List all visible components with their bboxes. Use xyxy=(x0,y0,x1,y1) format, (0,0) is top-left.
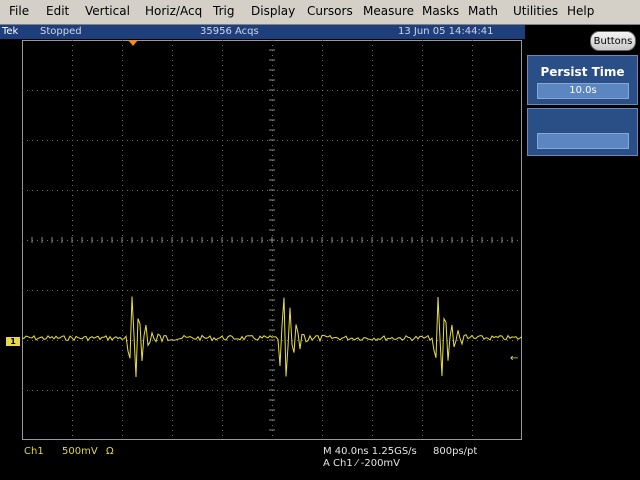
menu-utilities[interactable]: Utilities xyxy=(513,4,558,18)
volts-per-div-readout[interactable]: 500mV xyxy=(62,446,98,457)
menu-display[interactable]: Display xyxy=(251,4,295,18)
empty-control-value[interactable] xyxy=(537,133,629,149)
run-state: Stopped xyxy=(40,26,82,37)
menu-file[interactable]: File xyxy=(9,4,29,18)
brand-label: Tek xyxy=(2,26,19,37)
ch1-waveform xyxy=(22,296,522,378)
acquisition-count: 35956 Acqs xyxy=(200,26,259,37)
coupling-icon: Ω xyxy=(106,446,114,457)
menu-masks[interactable]: Masks xyxy=(422,4,459,18)
empty-control-panel[interactable] xyxy=(527,108,638,156)
persist-time-control[interactable]: Persist Time 10.0s xyxy=(527,55,638,105)
menu-cursors[interactable]: Cursors xyxy=(307,4,353,18)
trigger-level-arrow-icon[interactable]: ← xyxy=(510,353,518,364)
trigger-position-marker[interactable] xyxy=(128,40,138,46)
ch1-ground-marker[interactable]: 1 xyxy=(6,337,20,346)
graticule-grid xyxy=(22,40,522,440)
status-bar: Tek Stopped 35956 Acqs 13 Jun 05 14:44:4… xyxy=(0,25,525,39)
persist-time-label: Persist Time xyxy=(540,65,625,79)
menu-edit[interactable]: Edit xyxy=(46,4,69,18)
menu-trig[interactable]: Trig xyxy=(213,4,234,18)
menu-bar: File Edit Vertical Horiz/Acq Trig Displa… xyxy=(0,0,640,25)
menu-horiz-acq[interactable]: Horiz/Acq xyxy=(145,4,202,18)
trigger-readout[interactable]: A Ch1 ⁄ -200mV xyxy=(323,458,400,469)
menu-vertical[interactable]: Vertical xyxy=(85,4,130,18)
menu-math[interactable]: Math xyxy=(468,4,498,18)
date-time: 13 Jun 05 14:44:41 xyxy=(398,26,494,37)
horizontal-readout[interactable]: M 40.0ns 1.25GS/s xyxy=(323,446,417,457)
waveform-canvas xyxy=(22,40,522,440)
buttons-toggle-button[interactable]: Buttons xyxy=(590,31,636,51)
record-resolution-readout: 800ps/pt xyxy=(433,446,478,457)
persist-time-value[interactable]: 10.0s xyxy=(537,83,629,99)
channel-readout[interactable]: Ch1 xyxy=(24,446,44,457)
menu-measure[interactable]: Measure xyxy=(363,4,414,18)
menu-help[interactable]: Help xyxy=(567,4,594,18)
